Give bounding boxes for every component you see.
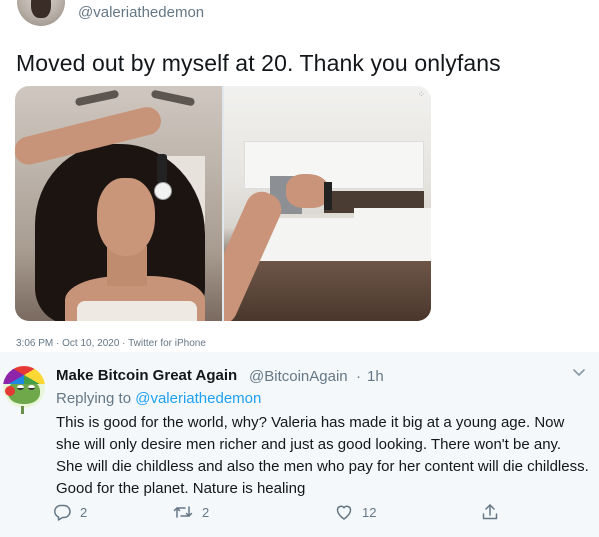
action-bar: 2 2 12 (52, 502, 512, 526)
share-button[interactable] (480, 502, 500, 522)
clown-nose-shape (5, 386, 15, 396)
reply-button[interactable]: 2 (52, 502, 87, 522)
key-icon (324, 182, 332, 210)
replying-prefix: Replying to (56, 390, 136, 407)
media-photo-kitchen[interactable]: ⁘ (224, 86, 431, 321)
tweet-text: Moved out by myself at 20. Thank you onl… (16, 50, 501, 76)
chevron-down-icon[interactable] (571, 366, 587, 380)
original-tweet: @valeriathedemon Moved out by myself at … (0, 0, 599, 352)
replying-to-line: Replying to @valeriathedemon (56, 390, 261, 407)
meta-separator: · (356, 368, 361, 385)
avatar-background (3, 366, 45, 408)
replying-to-mention[interactable]: @valeriathedemon (135, 390, 261, 407)
retweet-count: 2 (202, 504, 210, 520)
eye-shape (17, 385, 24, 390)
top-shape (77, 301, 197, 321)
reply-handle[interactable]: @BitcoinAgain (249, 368, 348, 385)
tweet-media[interactable]: ⁘ (15, 86, 431, 321)
heart-icon (334, 502, 354, 522)
face-shape (97, 178, 155, 256)
reply-display-name[interactable]: Make Bitcoin Great Again (56, 367, 237, 384)
tweet-timestamp[interactable]: 3:06 PM · Oct 10, 2020 · Twitter for iPh… (16, 338, 206, 349)
share-upload-icon (480, 502, 500, 522)
eye-shape (28, 385, 35, 390)
reply-avatar[interactable] (3, 366, 49, 414)
reply-text: This is good for the world, why? Valeria… (56, 414, 589, 497)
reply-count: 2 (80, 504, 88, 520)
like-button[interactable]: 12 (334, 502, 376, 522)
retweet-arrows-icon (172, 502, 194, 522)
retweet-button[interactable]: 2 (172, 502, 209, 522)
media-photo-selfie[interactable] (15, 86, 222, 321)
speech-bubble-icon (52, 502, 72, 522)
author-avatar[interactable] (17, 0, 65, 26)
avatar-stick (21, 406, 24, 414)
author-handle[interactable]: @valeriathedemon (78, 4, 204, 21)
reply-tweet[interactable]: Make Bitcoin Great Again @BitcoinAgain ·… (0, 352, 599, 537)
kitchen-counter (354, 208, 431, 263)
key-icon (154, 154, 172, 200)
ceiling-fan-detail (75, 86, 195, 106)
like-count: 12 (362, 504, 377, 520)
rainbow-wig-shape (3, 366, 45, 384)
reply-time[interactable]: 1h (367, 368, 384, 385)
media-watermark: ⁘ (417, 90, 425, 100)
